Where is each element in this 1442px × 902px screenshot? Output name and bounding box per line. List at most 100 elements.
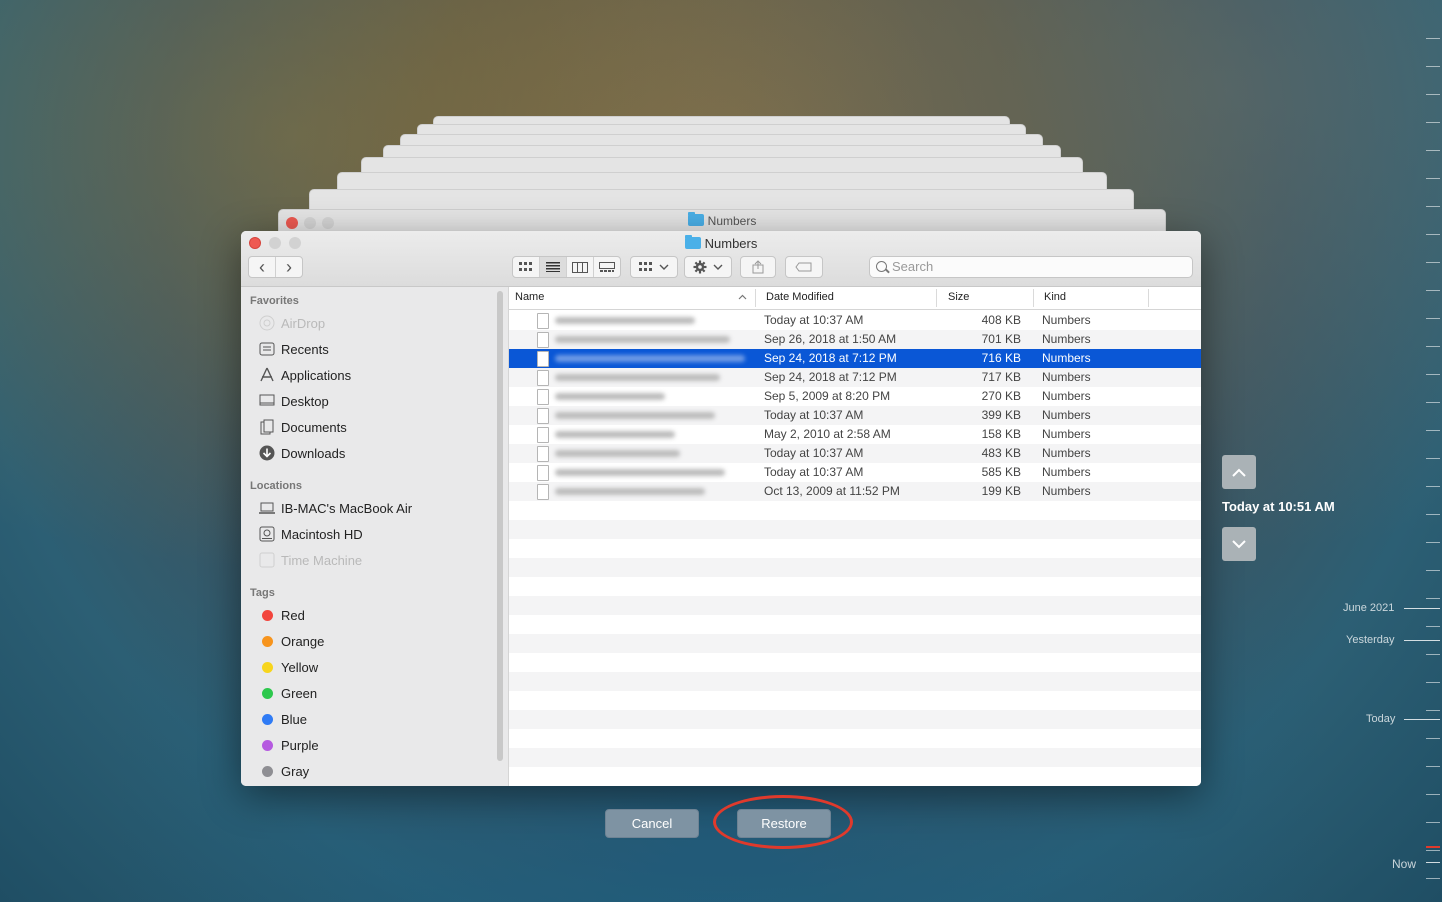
column-divider[interactable] xyxy=(1148,289,1149,307)
timeline-major-tick[interactable] xyxy=(1426,862,1440,863)
timeline-tick[interactable] xyxy=(1426,66,1440,67)
next-backup-button[interactable] xyxy=(1222,527,1256,561)
edit-tags-button[interactable] xyxy=(785,256,823,278)
table-row[interactable]: Today at 10:37 AM 483 KB Numbers xyxy=(509,444,1201,463)
tag-color-dot-icon xyxy=(262,687,273,699)
share-button[interactable] xyxy=(740,256,776,278)
file-list: Name Date Modified Size Kind Today at 10… xyxy=(509,287,1201,786)
timeline-tick[interactable] xyxy=(1426,878,1440,879)
column-divider[interactable] xyxy=(755,289,756,307)
timeline-tick[interactable] xyxy=(1426,682,1440,683)
gallery-view-button[interactable] xyxy=(594,257,620,277)
timeline-tick[interactable] xyxy=(1426,346,1440,347)
table-row[interactable]: Sep 24, 2018 at 7:12 PM 717 KB Numbers xyxy=(509,368,1201,387)
icon-view-button[interactable] xyxy=(513,257,540,277)
timeline-tick[interactable] xyxy=(1426,794,1440,795)
timeline-tick[interactable] xyxy=(1426,94,1440,95)
redacted-file-name xyxy=(555,393,665,400)
timeline-tick[interactable] xyxy=(1426,542,1440,543)
sidebar-item-airdrop[interactable]: AirDrop xyxy=(259,312,325,334)
group-by-button[interactable] xyxy=(630,256,678,278)
timeline-tick[interactable] xyxy=(1426,122,1440,123)
timeline-tick[interactable] xyxy=(1426,374,1440,375)
table-row[interactable]: Oct 13, 2009 at 11:52 PM 199 KB Numbers xyxy=(509,482,1201,501)
action-button[interactable] xyxy=(684,256,732,278)
timeline-tick[interactable] xyxy=(1426,150,1440,151)
timeline-tick[interactable] xyxy=(1426,766,1440,767)
timeline-tick[interactable] xyxy=(1426,486,1440,487)
sidebar-tag-red[interactable]: Red xyxy=(259,604,305,626)
timeline-current-marker[interactable] xyxy=(1426,846,1440,848)
timeline-tick[interactable] xyxy=(1426,262,1440,263)
sidebar-tag-green[interactable]: Green xyxy=(259,682,317,704)
numbers-document-icon xyxy=(537,313,549,329)
column-name-header[interactable]: Name xyxy=(515,291,544,303)
list-view-button[interactable] xyxy=(540,257,567,277)
sidebar-item-macintosh-hd[interactable]: Macintosh HD xyxy=(259,523,363,545)
timeline-label-today[interactable]: Today xyxy=(1366,713,1395,725)
timeline-tick[interactable] xyxy=(1426,38,1440,39)
timeline-tick[interactable] xyxy=(1426,402,1440,403)
table-row[interactable]: Today at 10:37 AM 408 KB Numbers xyxy=(509,311,1201,330)
cancel-button[interactable]: Cancel xyxy=(605,809,699,838)
timeline-tick[interactable] xyxy=(1426,234,1440,235)
timeline-major-tick[interactable] xyxy=(1404,719,1440,720)
timeline-tick[interactable] xyxy=(1426,738,1440,739)
sidebar-item-downloads[interactable]: Downloads xyxy=(259,442,345,464)
timeline-tick[interactable] xyxy=(1426,318,1440,319)
table-row[interactable]: Today at 10:37 AM 399 KB Numbers xyxy=(509,406,1201,425)
timeline-tick[interactable] xyxy=(1426,626,1440,627)
timeline-tick[interactable] xyxy=(1426,598,1440,599)
timeline-label-yesterday[interactable]: Yesterday xyxy=(1346,634,1395,646)
timeline-tick[interactable] xyxy=(1426,822,1440,823)
sidebar-tag-purple[interactable]: Purple xyxy=(259,734,319,756)
sidebar-scrollbar[interactable] xyxy=(497,291,503,761)
restore-button[interactable]: Restore xyxy=(737,809,831,838)
sidebar-item-applications[interactable]: Applications xyxy=(259,364,351,386)
timeline-tick[interactable] xyxy=(1426,570,1440,571)
column-date-header[interactable]: Date Modified xyxy=(766,291,834,303)
timeline-tick[interactable] xyxy=(1426,654,1440,655)
numbers-document-icon xyxy=(537,427,549,443)
column-kind-header[interactable]: Kind xyxy=(1044,291,1066,303)
tag-color-dot-icon xyxy=(262,765,273,777)
table-row[interactable]: Sep 24, 2018 at 7:12 PM 716 KB Numbers xyxy=(509,349,1201,368)
timeline-tick[interactable] xyxy=(1426,290,1440,291)
previous-backup-button[interactable] xyxy=(1222,455,1256,489)
search-field[interactable]: Search xyxy=(869,256,1193,278)
sidebar-tag-orange[interactable]: Orange xyxy=(259,630,324,652)
timeline-label-now[interactable]: Now xyxy=(1392,857,1416,871)
sidebar-tag-gray[interactable]: Gray xyxy=(259,760,309,782)
sidebar-tag-yellow[interactable]: Yellow xyxy=(259,656,318,678)
timeline-label-june[interactable]: June 2021 xyxy=(1343,602,1394,614)
sidebar-item-macbook[interactable]: IB-MAC's MacBook Air xyxy=(259,497,412,519)
timeline-major-tick[interactable] xyxy=(1404,608,1440,609)
table-row[interactable]: Today at 10:37 AM 585 KB Numbers xyxy=(509,463,1201,482)
window-title: Numbers xyxy=(241,235,1201,251)
table-row[interactable]: Sep 5, 2009 at 8:20 PM 270 KB Numbers xyxy=(509,387,1201,406)
sidebar-item-recents[interactable]: Recents xyxy=(259,338,329,360)
timeline-tick[interactable] xyxy=(1426,430,1440,431)
timeline-tick[interactable] xyxy=(1426,178,1440,179)
column-view-button[interactable] xyxy=(567,257,594,277)
column-divider[interactable] xyxy=(1033,289,1034,307)
sidebar-tag-blue[interactable]: Blue xyxy=(259,708,307,730)
table-row[interactable]: Sep 26, 2018 at 1:50 AM 701 KB Numbers xyxy=(509,330,1201,349)
column-size-header[interactable]: Size xyxy=(948,291,969,303)
timeline-major-tick[interactable] xyxy=(1404,640,1440,641)
file-size: 199 KB xyxy=(981,484,1021,498)
back-button[interactable]: ‹ xyxy=(249,257,276,277)
redacted-file-name xyxy=(555,450,680,457)
forward-button[interactable]: › xyxy=(276,257,302,277)
sidebar-item-time-machine[interactable]: Time Machine xyxy=(259,549,362,571)
timeline-tick[interactable] xyxy=(1426,850,1440,851)
table-row[interactable]: May 2, 2010 at 2:58 AM 158 KB Numbers xyxy=(509,425,1201,444)
numbers-document-icon xyxy=(537,484,549,500)
sidebar-item-documents[interactable]: Documents xyxy=(259,416,347,438)
timeline-tick[interactable] xyxy=(1426,458,1440,459)
column-divider[interactable] xyxy=(936,289,937,307)
timeline-tick[interactable] xyxy=(1426,710,1440,711)
sidebar-item-desktop[interactable]: Desktop xyxy=(259,390,329,412)
timeline-tick[interactable] xyxy=(1426,514,1440,515)
timeline-tick[interactable] xyxy=(1426,206,1440,207)
